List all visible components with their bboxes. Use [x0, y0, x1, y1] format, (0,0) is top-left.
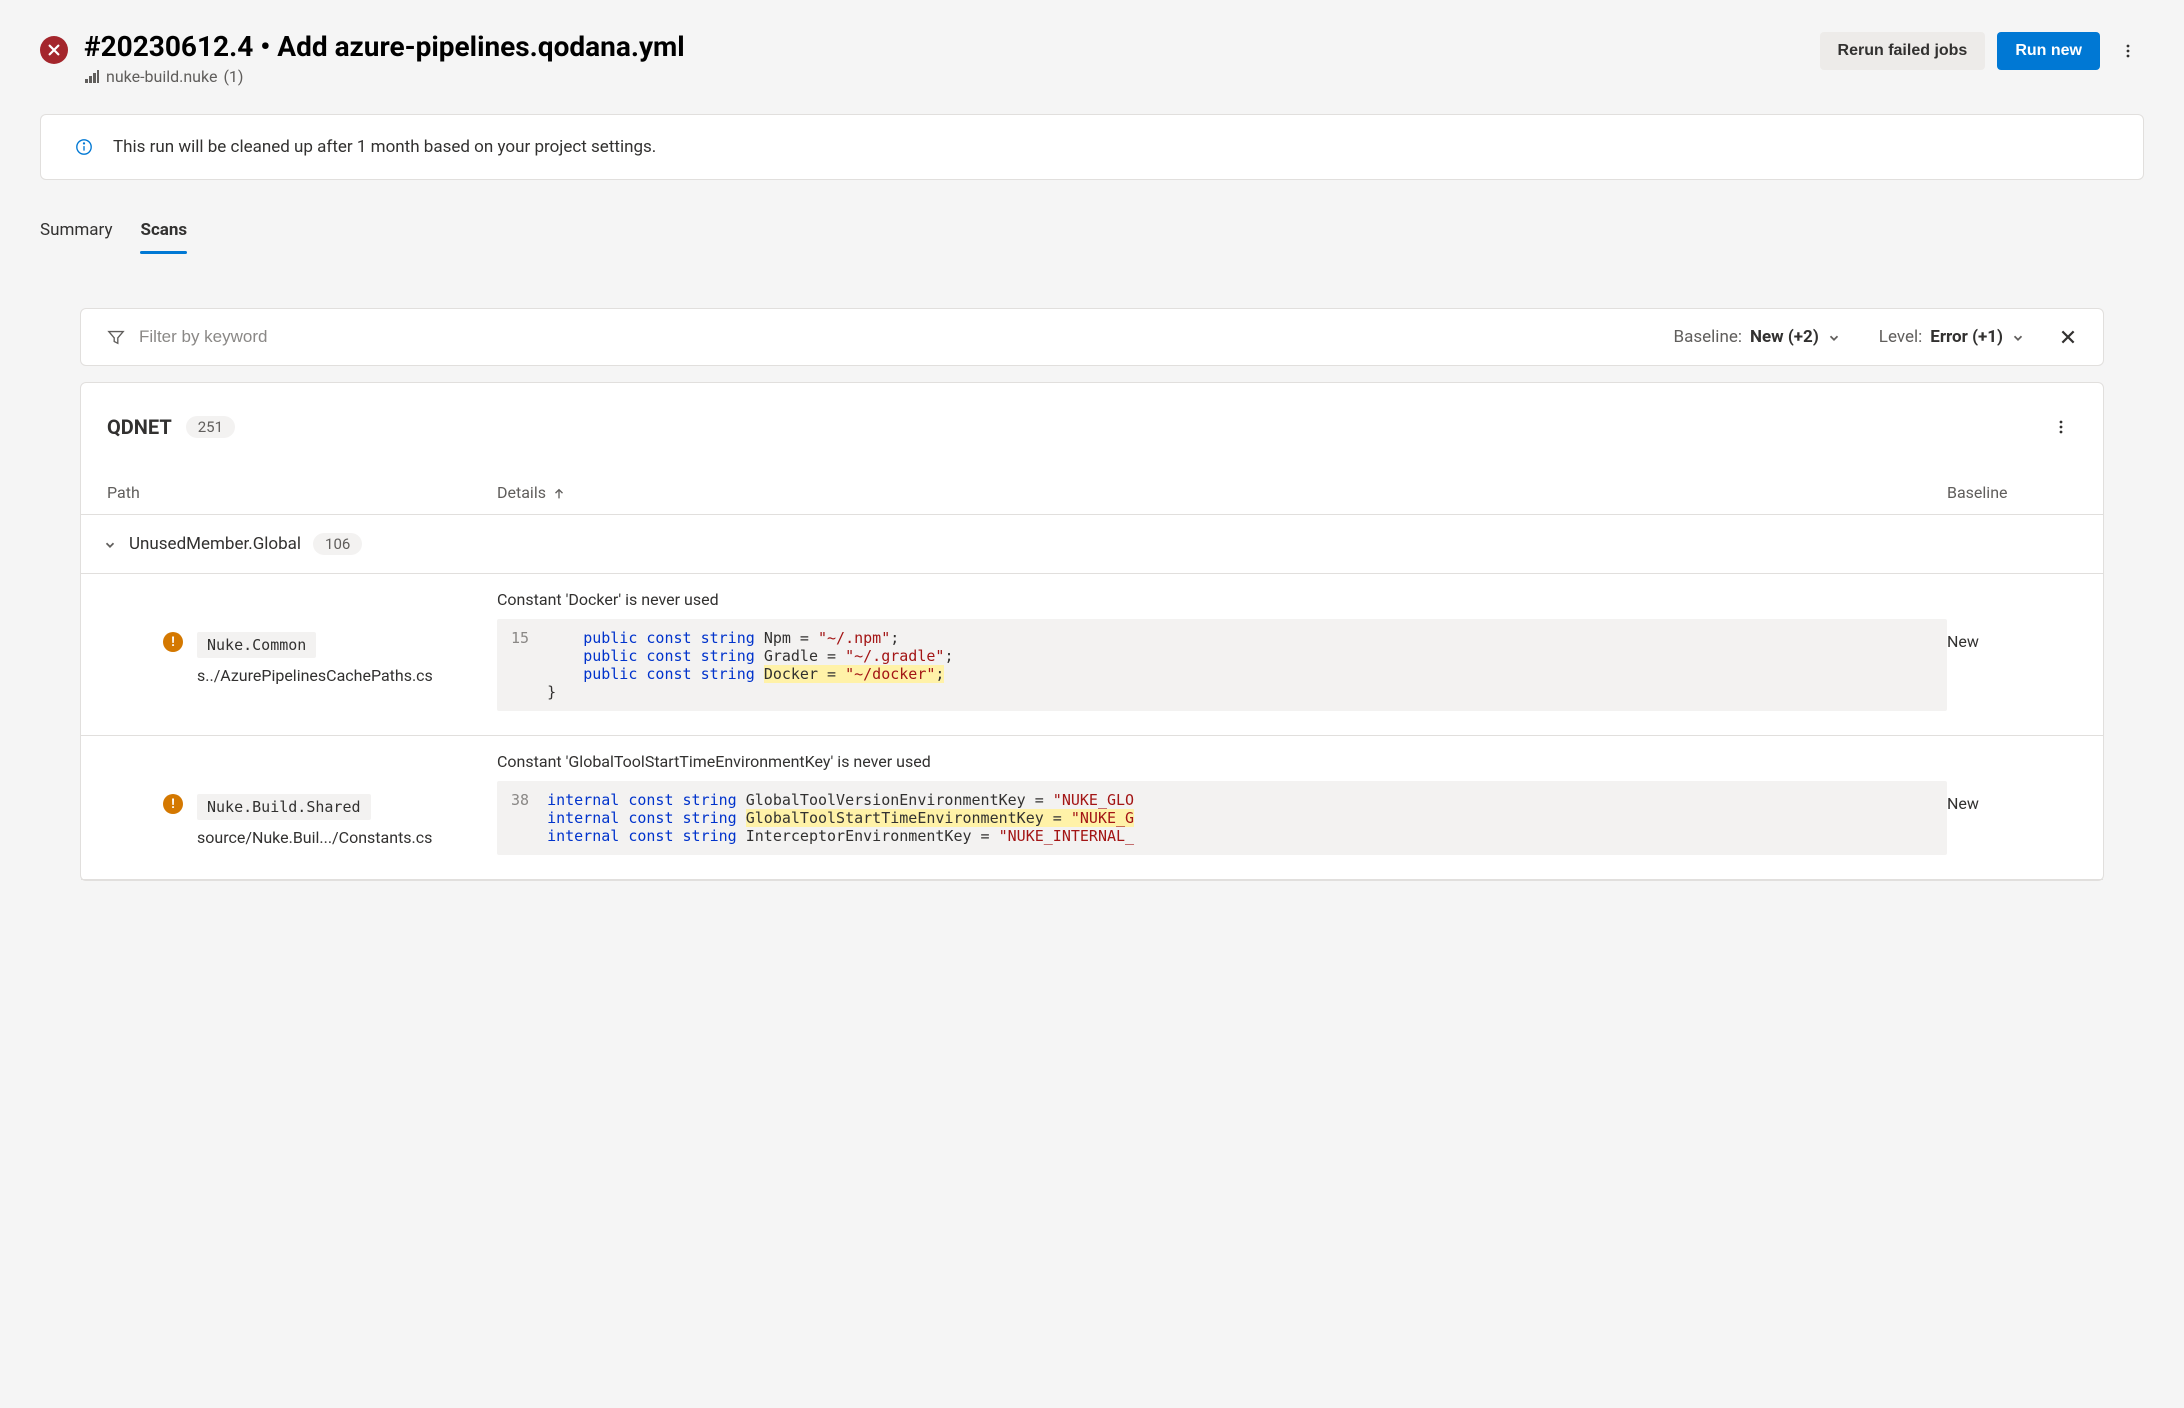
repo-name[interactable]: nuke-build.nuke: [106, 67, 217, 86]
line-number: 38: [511, 791, 529, 845]
group-count-badge: 106: [313, 533, 362, 555]
clear-filters-button[interactable]: [2059, 328, 2077, 346]
chevron-down-icon: [2011, 330, 2025, 344]
sort-ascending-icon: [552, 486, 566, 500]
group-name: UnusedMember.Global: [129, 534, 301, 554]
info-icon: [75, 138, 93, 156]
column-details[interactable]: Details: [497, 483, 1947, 502]
table-header: Path Details Baseline: [81, 471, 2103, 515]
total-count-badge: 251: [186, 416, 235, 438]
repo-breadcrumb: nuke-build.nuke (1): [84, 67, 1804, 86]
column-baseline[interactable]: Baseline: [1947, 483, 2077, 502]
banner-text: This run will be cleaned up after 1 mont…: [113, 137, 656, 157]
cleanup-banner: This run will be cleaned up after 1 mont…: [40, 114, 2144, 180]
issue-details-cell: Constant 'GlobalToolStartTimeEnvironment…: [497, 752, 1947, 855]
code-snippet: 38internal const string GlobalToolVersio…: [497, 781, 1947, 855]
code-snippet: 15 public const string Npm = "~/.npm"; p…: [497, 619, 1947, 711]
more-actions-button[interactable]: [2112, 35, 2144, 67]
results-panel: QDNET 251 Path Details Baseline UnusedMe…: [80, 382, 2104, 881]
file-path: source/Nuke.Buil.../Constants.cs: [197, 828, 497, 847]
file-path: s../AzurePipelinesCachePaths.cs: [197, 666, 497, 685]
namespace-tag: Nuke.Build.Shared: [197, 794, 371, 820]
tab-summary[interactable]: Summary: [40, 220, 112, 252]
warning-icon: [163, 794, 183, 814]
issue-baseline-cell: New: [1947, 752, 2077, 855]
column-path[interactable]: Path: [107, 483, 497, 502]
tab-bar: Summary Scans: [40, 220, 2144, 252]
issue-message: Constant 'GlobalToolStartTimeEnvironment…: [497, 752, 1947, 771]
level-filter-label: Level:: [1879, 327, 1922, 347]
rerun-failed-button[interactable]: Rerun failed jobs: [1820, 32, 1986, 70]
issue-details-cell: Constant 'Docker' is never used 15 public…: [497, 590, 1947, 711]
line-number: 15: [511, 629, 529, 701]
issue-row[interactable]: Nuke.Common s../AzurePipelinesCachePaths.…: [81, 574, 2103, 736]
level-filter-dropdown[interactable]: Level: Error (+1): [1867, 327, 2037, 347]
panel-more-button[interactable]: [2045, 411, 2077, 443]
issue-baseline-cell: New: [1947, 590, 2077, 711]
chevron-down-icon: [103, 537, 117, 551]
baseline-filter-dropdown[interactable]: Baseline: New (+2): [1662, 327, 1853, 347]
repo-count: (1): [223, 67, 243, 86]
repo-icon: [84, 69, 100, 85]
chevron-down-icon: [1827, 330, 1841, 344]
run-new-button[interactable]: Run new: [1997, 32, 2100, 70]
linter-name: QDNET: [107, 415, 172, 439]
issue-message: Constant 'Docker' is never used: [497, 590, 1947, 609]
baseline-filter-label: Baseline:: [1674, 327, 1742, 347]
issue-path-cell: Nuke.Common s../AzurePipelinesCachePaths.…: [107, 590, 497, 711]
filter-bar: Baseline: New (+2) Level: Error (+1): [80, 308, 2104, 366]
issue-path-cell: Nuke.Build.Shared source/Nuke.Buil.../Con…: [107, 752, 497, 855]
namespace-tag: Nuke.Common: [197, 632, 316, 658]
page-header: #20230612.4 • Add azure-pipelines.qodana…: [40, 30, 2144, 86]
status-failed-icon: [40, 36, 68, 64]
tab-scans[interactable]: Scans: [140, 220, 187, 252]
level-filter-value: Error (+1): [1930, 327, 2003, 347]
inspection-group-row[interactable]: UnusedMember.Global 106: [81, 515, 2103, 574]
page-title: #20230612.4 • Add azure-pipelines.qodana…: [84, 30, 1804, 63]
issue-row[interactable]: Nuke.Build.Shared source/Nuke.Buil.../Con…: [81, 736, 2103, 880]
panel-header: QDNET 251: [81, 383, 2103, 471]
warning-icon: [163, 632, 183, 652]
filter-icon: [107, 328, 125, 346]
baseline-filter-value: New (+2): [1750, 327, 1819, 347]
filter-keyword-input[interactable]: [139, 327, 1648, 347]
